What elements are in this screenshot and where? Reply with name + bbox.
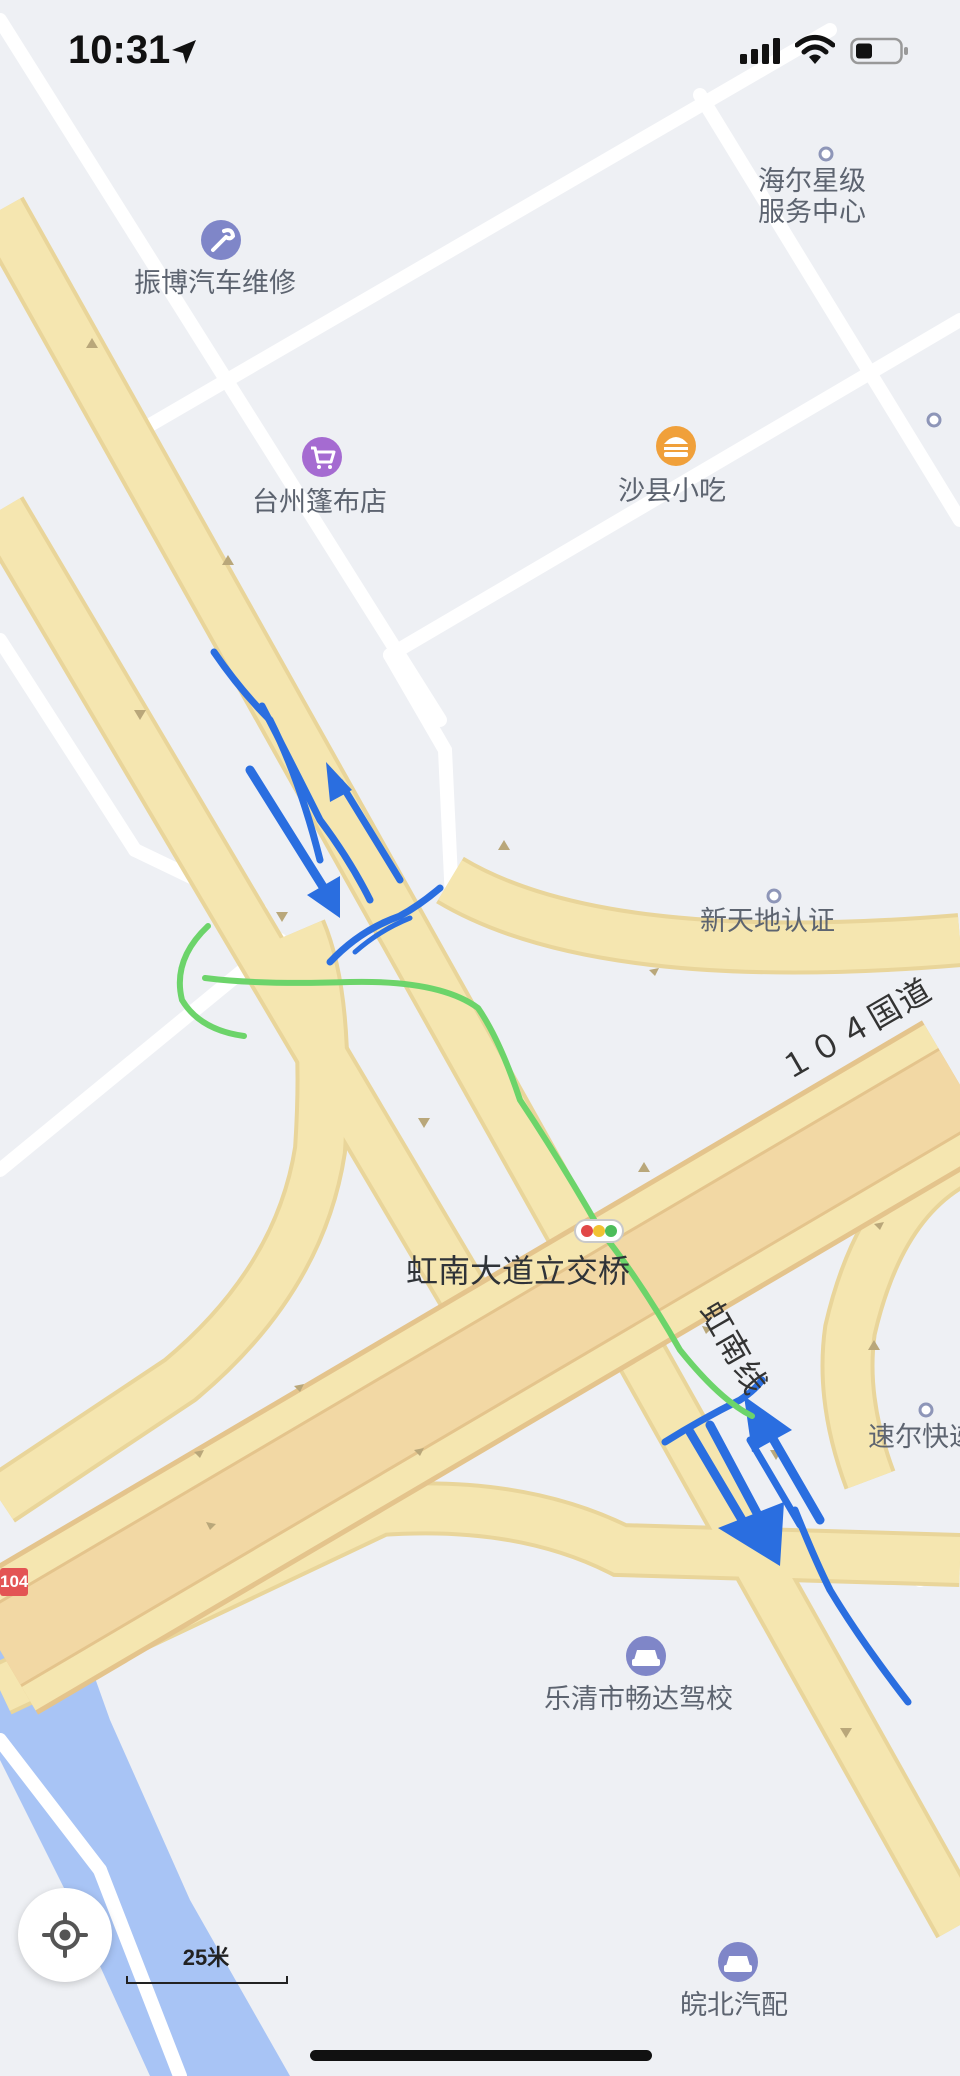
poi-label-line: 振博汽车维修	[134, 268, 296, 299]
wrench-icon	[201, 220, 241, 260]
poi-label-changda[interactable]: 乐清市畅达驾校	[544, 1684, 733, 1715]
scale-bar	[126, 1976, 288, 1984]
poi-label-line: 新天地认证	[700, 906, 835, 937]
status-time: 10:31	[68, 28, 171, 72]
dot-icon	[766, 888, 782, 904]
poi-label-line: 服务中心	[758, 197, 866, 228]
dot-icon	[918, 1402, 934, 1418]
poi-label-xintiandi[interactable]: 新天地认证	[700, 906, 835, 937]
poi-label-suer[interactable]: 速尔快递	[868, 1422, 960, 1453]
cellular-signal-icon	[740, 38, 780, 64]
locate-button[interactable]	[18, 1888, 112, 1982]
home-indicator[interactable]	[310, 2050, 652, 2061]
status-bar: 10:31	[0, 0, 960, 110]
poi-label-haier[interactable]: 海尔星级 服务中心	[758, 166, 866, 228]
burger-icon	[656, 426, 696, 466]
poi-label-line: 皖北汽配	[680, 1990, 788, 2021]
location-arrow-icon	[172, 40, 196, 64]
poi-label-shaxian[interactable]: 沙县小吃	[618, 476, 726, 507]
map-scale: 25米	[126, 1940, 288, 1984]
poi-label-line: 沙县小吃	[618, 476, 726, 507]
shopping-cart-icon	[302, 437, 342, 477]
interchange-label[interactable]: 虹南大道立交桥	[406, 1246, 630, 1292]
crosshair-locate-icon	[42, 1912, 88, 1958]
poi-label-line: 海尔星级	[758, 166, 866, 197]
poi-label-line: 台州篷布店	[252, 487, 387, 518]
dot-icon	[926, 412, 942, 428]
traffic-light-icon	[574, 1219, 624, 1243]
battery-icon	[850, 37, 908, 65]
poi-label-line: 乐清市畅达驾校	[544, 1684, 733, 1715]
car-icon	[626, 1636, 666, 1676]
poi-label-taizhou[interactable]: 台州篷布店	[252, 487, 387, 518]
wifi-icon	[795, 35, 835, 64]
poi-label-zhenbo[interactable]: 振博汽车维修	[134, 268, 296, 299]
dot-icon	[818, 146, 834, 162]
car-icon	[718, 1942, 758, 1982]
scale-label: 25米	[182, 1945, 230, 1970]
poi-label-line: 速尔快递	[868, 1422, 960, 1453]
route-shield-104: 104	[0, 1568, 28, 1596]
poi-label-wanbei[interactable]: 皖北汽配	[680, 1990, 788, 2021]
